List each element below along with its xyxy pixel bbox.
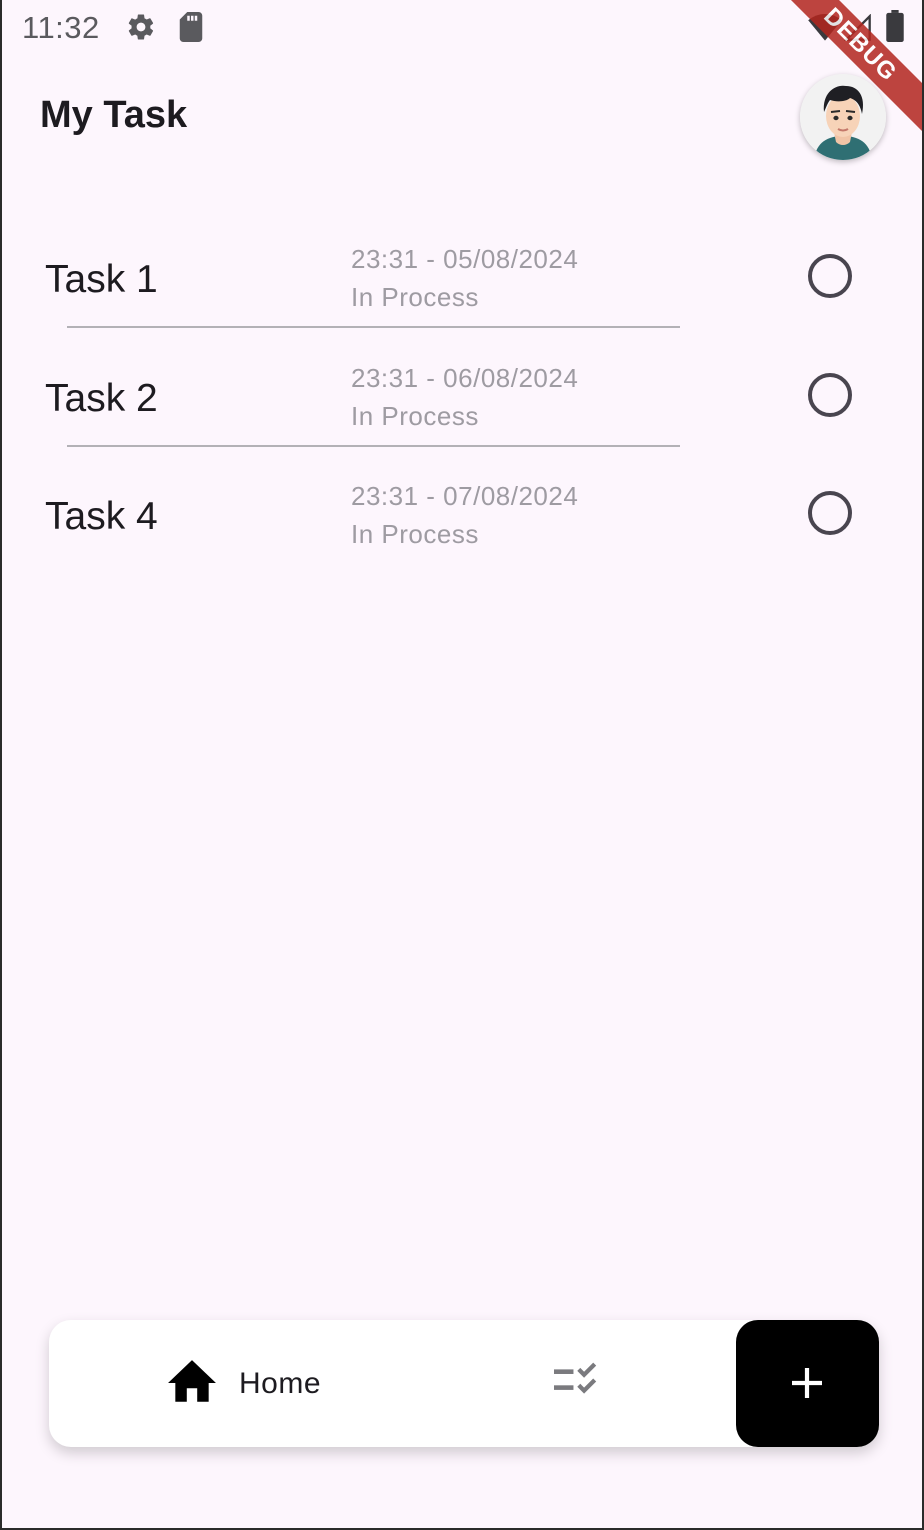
task-status: In Process	[351, 519, 479, 549]
user-avatar[interactable]	[800, 74, 886, 160]
task-title: Task 2	[45, 377, 158, 420]
task-row[interactable]: Task 1 23:31 - 05/08/2024 In Process	[2, 236, 922, 354]
add-task-button[interactable]	[736, 1320, 879, 1447]
battery-icon	[886, 10, 904, 47]
task-complete-radio[interactable]	[808, 373, 852, 417]
task-complete-radio[interactable]	[808, 491, 852, 535]
gear-icon	[126, 12, 156, 47]
divider	[67, 445, 680, 447]
page-title: My Task	[40, 94, 188, 136]
status-time: 11:32	[22, 10, 100, 45]
plus-icon	[792, 1368, 822, 1398]
task-datetime: 23:31 - 06/08/2024	[351, 363, 579, 393]
task-status: In Process	[351, 401, 479, 431]
task-datetime: 23:31 - 05/08/2024	[351, 244, 579, 274]
sd-card-icon	[177, 12, 205, 47]
divider	[67, 326, 680, 328]
task-status: In Process	[351, 282, 479, 312]
task-row[interactable]: Task 4 23:31 - 07/08/2024 In Process	[2, 473, 922, 591]
task-title: Task 4	[45, 495, 158, 538]
checklist-icon	[554, 1362, 600, 1402]
task-complete-radio[interactable]	[808, 254, 852, 298]
nav-home-label: Home	[239, 1367, 322, 1400]
app-frame: 11:32 DEBUG My Task Task 1 23:31 - 05/08…	[0, 0, 924, 1530]
task-row[interactable]: Task 2 23:31 - 06/08/2024 In Process	[2, 355, 922, 473]
home-icon	[167, 1360, 217, 1409]
bottom-nav: Home	[49, 1320, 879, 1447]
task-datetime: 23:31 - 07/08/2024	[351, 481, 579, 511]
nav-tasks[interactable]	[554, 1362, 604, 1402]
task-title: Task 1	[45, 258, 158, 301]
status-bar: 11:32	[2, 0, 922, 58]
